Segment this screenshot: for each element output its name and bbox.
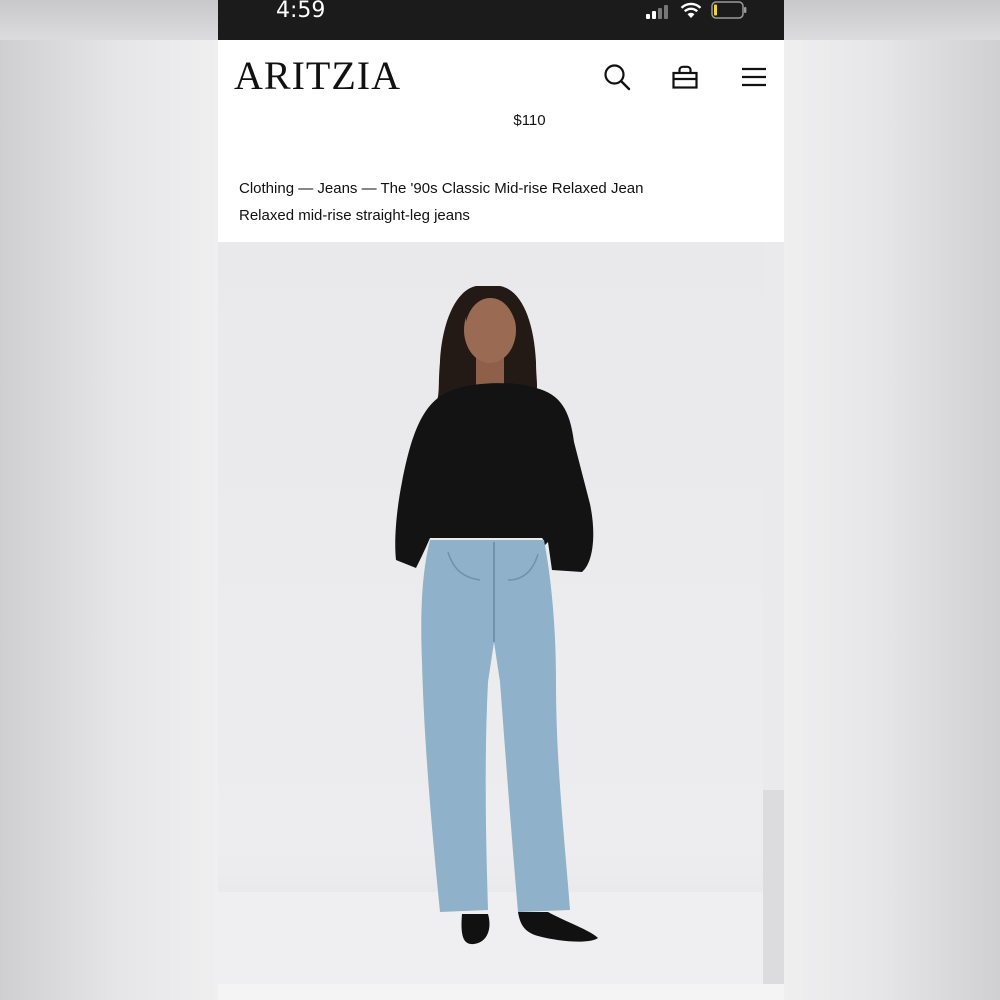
status-bar: 4:59 — [218, 0, 784, 40]
model-figure — [395, 286, 598, 945]
product-image[interactable] — [218, 242, 784, 984]
wifi-icon — [680, 2, 702, 18]
product-price: $110 — [513, 112, 546, 129]
hamburger-menu-icon[interactable] — [739, 62, 769, 92]
breadcrumb-jeans[interactable]: Jeans — [317, 180, 357, 197]
page-bottom — [218, 984, 784, 1000]
product-subtitle: Relaxed mid-rise straight-leg jeans — [239, 207, 470, 224]
breadcrumb-separator: — — [294, 180, 318, 197]
cellular-signal-icon — [646, 5, 674, 19]
site-header: ARITZIA — [218, 40, 784, 112]
shopping-bag-icon[interactable] — [670, 62, 700, 92]
battery-icon — [711, 1, 747, 19]
breadcrumb-current-product: The '90s Classic Mid-rise Relaxed Jean — [380, 180, 644, 197]
breadcrumb: Clothing — Jeans — The '90s Classic Mid-… — [239, 180, 643, 197]
breadcrumb-clothing[interactable]: Clothing — [239, 180, 294, 197]
status-time: 4:59 — [276, 0, 326, 23]
search-icon[interactable] — [602, 62, 632, 92]
brand-logo[interactable]: ARITZIA — [234, 56, 401, 96]
breadcrumb-separator: — — [357, 180, 381, 197]
phone-screen: 4:59 ARITZIA $110 Clothing — Jeans — The… — [218, 0, 784, 1000]
